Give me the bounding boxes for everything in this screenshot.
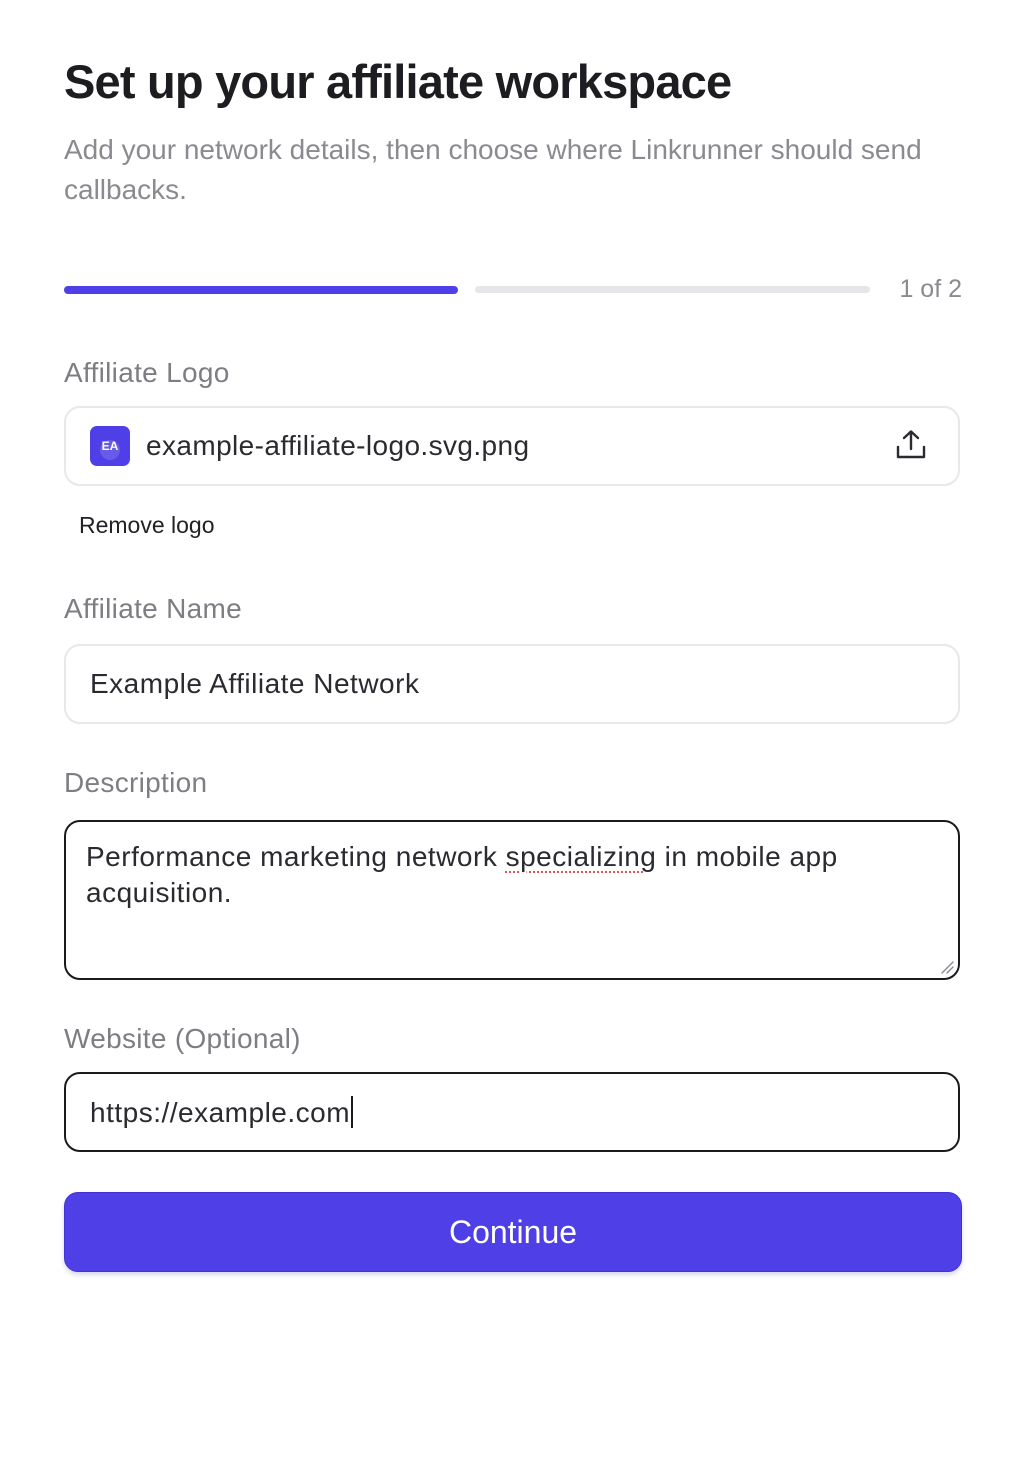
website-label: Website (Optional)	[64, 1023, 301, 1054]
continue-button[interactable]: Continue	[64, 1192, 962, 1272]
affiliate-name-input[interactable]: Example Affiliate Network	[64, 644, 960, 724]
description-value: Performance marketing network specializi…	[86, 839, 926, 911]
page-title: Set up your affiliate workspace	[64, 55, 732, 108]
description-label: Description	[64, 767, 208, 798]
resize-handle-icon[interactable]	[939, 959, 955, 975]
logo-thumbnail: EA	[90, 426, 130, 466]
text-cursor	[351, 1096, 354, 1128]
upload-icon[interactable]	[894, 428, 928, 462]
affiliate-setup-page: Set up your affiliate workspace Add your…	[0, 0, 1030, 1480]
remove-logo-button[interactable]: Remove logo	[79, 512, 215, 539]
website-input[interactable]: https://example.com	[64, 1072, 960, 1152]
website-value: https://example.com	[90, 1097, 351, 1128]
affiliate-logo-label: Affiliate Logo	[64, 357, 230, 388]
description-textarea[interactable]: Performance marketing network specializi…	[64, 820, 960, 980]
affiliate-name-label: Affiliate Name	[64, 593, 242, 624]
logo-file-name: example-affiliate-logo.svg.png	[146, 430, 530, 461]
progress-segment-pending	[475, 286, 870, 293]
logo-upload-field[interactable]: EA example-affiliate-logo.svg.png	[64, 406, 960, 486]
spellcheck-flagged-word: specializing	[505, 841, 657, 872]
affiliate-name-value: Example Affiliate Network	[90, 668, 420, 699]
step-counter: 1 of 2	[899, 275, 962, 303]
page-subtitle: Add your network details, then choose wh…	[64, 134, 922, 205]
website-input-content: https://example.com	[90, 1096, 354, 1129]
description-text-start: Performance marketing network	[86, 841, 506, 872]
step-progress-bar	[64, 286, 870, 294]
progress-segment-complete	[64, 286, 458, 294]
logo-thumbnail-initials: EA	[101, 439, 119, 453]
